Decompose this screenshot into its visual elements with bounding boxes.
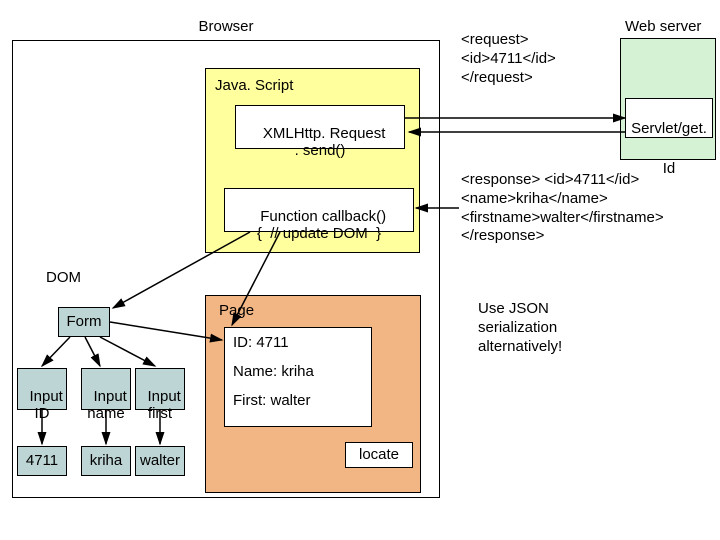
json-note: Use JSON serialization alternatively! <box>478 300 562 356</box>
form-box: Form <box>58 307 110 337</box>
page-name-field: Name: kriha <box>233 363 363 380</box>
page-id-field: ID: 4711 <box>233 334 363 351</box>
browser-title: Browser <box>12 18 440 35</box>
callback-box: Function callback() { // update DOM } <box>224 188 414 232</box>
value-name-label: kriha <box>90 452 123 469</box>
page-title: Page <box>219 302 254 319</box>
page-fields-box: ID: 4711 Name: kriha First: walter <box>224 327 372 427</box>
request-text: <request> <id>4711</id> </request> <box>461 31 556 87</box>
servlet-box: Servlet/get. Id <box>625 98 713 138</box>
xhr-box: XMLHttp. Request . send() <box>235 105 405 149</box>
js-title: Java. Script <box>215 77 293 94</box>
dom-title: DOM <box>46 269 81 286</box>
value-id-box: 4711 <box>17 446 67 476</box>
value-first-box: walter <box>135 446 185 476</box>
locate-button[interactable]: locate <box>345 442 413 468</box>
callback-label: Function callback() { // update DOM } <box>257 208 386 242</box>
input-first-box: Input first <box>135 368 185 410</box>
form-label: Form <box>67 313 102 330</box>
input-name-label: Input name <box>87 388 127 422</box>
page-first-field: First: walter <box>233 392 363 409</box>
response-text: <response> <id>4711</id> <name>kriha</na… <box>461 171 664 246</box>
locate-label: locate <box>359 446 399 463</box>
webserver-title: Web server <box>625 18 701 35</box>
value-first-label: walter <box>140 452 180 469</box>
input-id-box: Input ID <box>17 368 67 410</box>
input-name-box: Input name <box>81 368 131 410</box>
value-name-box: kriha <box>81 446 131 476</box>
value-id-label: 4711 <box>26 452 58 469</box>
